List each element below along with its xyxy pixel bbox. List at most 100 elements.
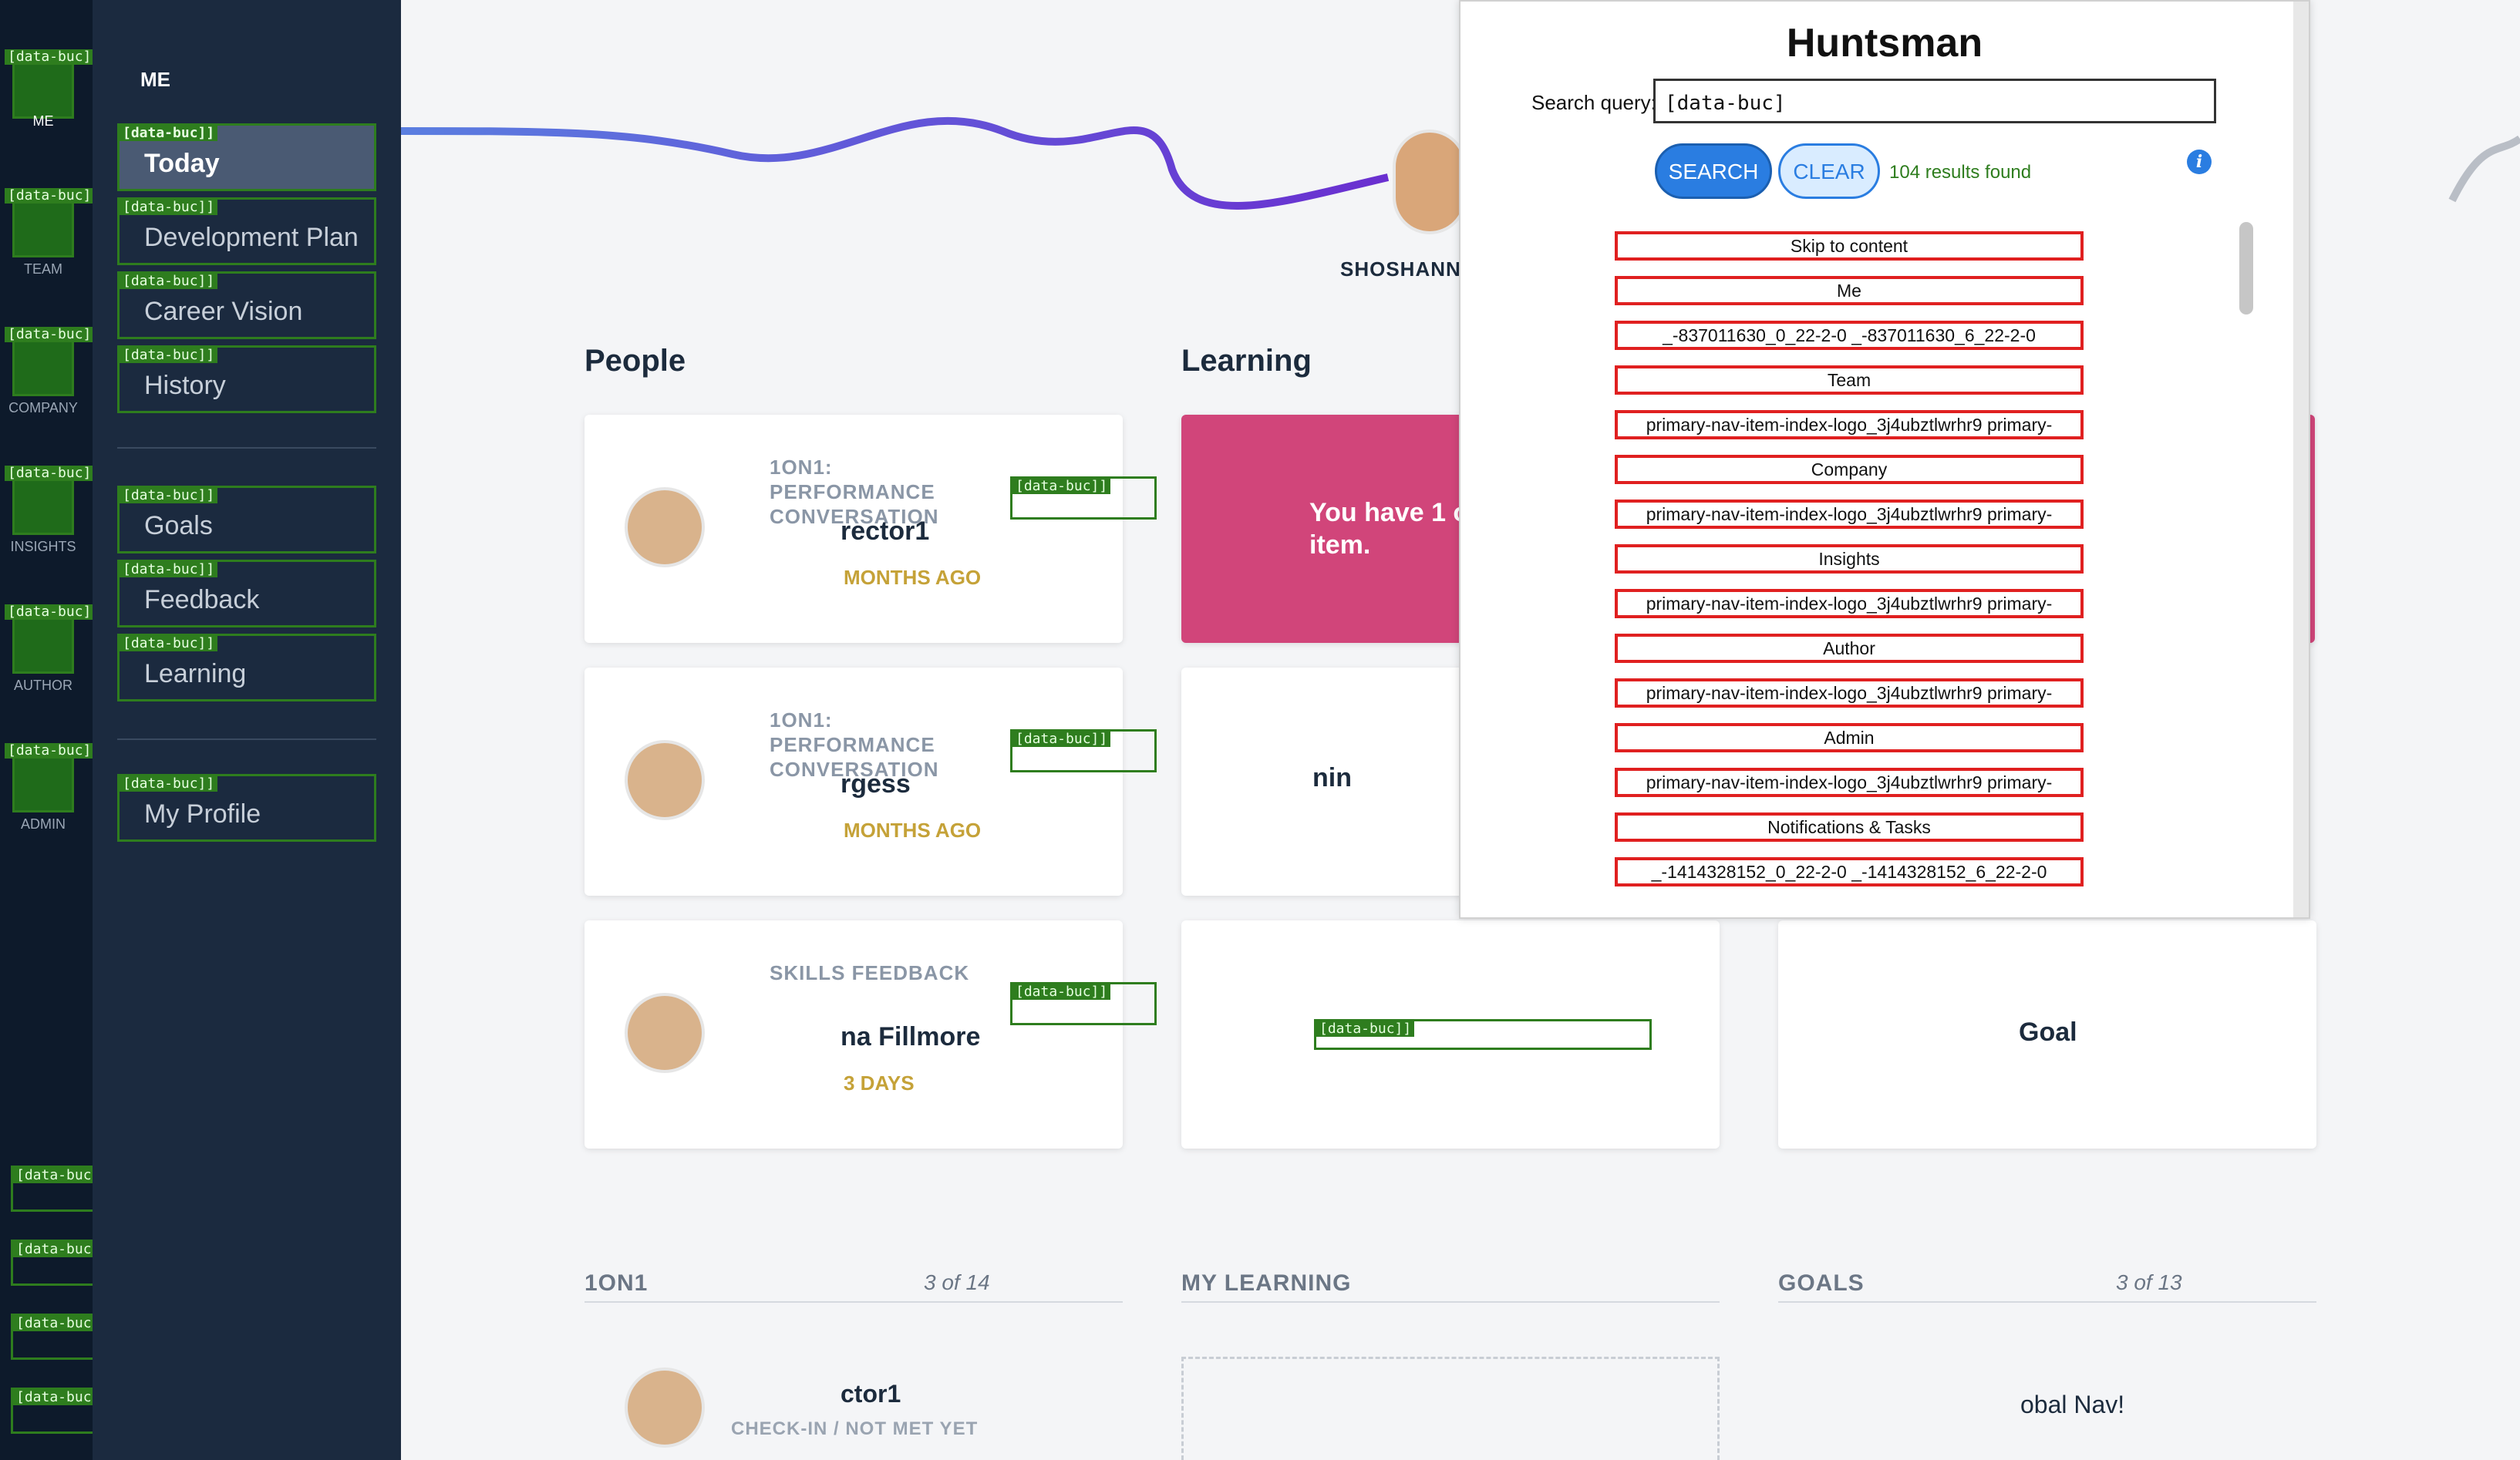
debug-tag: [data-buc] — [5, 743, 95, 759]
debug-tag: [data-buc]] — [1012, 479, 1111, 494]
rail-item-label: INSIGHTS — [10, 539, 76, 554]
section-count-1on1: 3 of 14 — [924, 1270, 990, 1294]
goal-card[interactable]: Goal — [1778, 920, 2316, 1149]
divider — [1778, 1301, 2316, 1303]
rail-item-label: AUTHOR — [14, 678, 72, 693]
debug-tag: [data-buc] — [13, 1242, 103, 1257]
nav-item-goals[interactable]: [data-buc]] Goals — [117, 486, 376, 553]
section-title-learning: Learning — [1181, 344, 1312, 378]
result-item[interactable]: primary-nav-item-index-logo_3j4ubztlwrhr… — [1615, 500, 2084, 529]
rail-item-label: ME — [32, 113, 54, 129]
nav-item-career-vision[interactable]: [data-buc]] Career Vision — [117, 271, 376, 339]
debug-tag: [data-buc] — [5, 466, 95, 481]
section-title-1on1: 1ON1 — [585, 1270, 649, 1296]
learning-card[interactable]: [data-buc]] — [1181, 920, 1720, 1149]
debug-tag: [data-buc] — [5, 188, 95, 204]
path-user-name: SHOSHANNA — [1340, 257, 1477, 281]
nav-divider — [117, 447, 376, 449]
people-card[interactable]: SKILLS FEEDBACK na Fillmore 3 DAYS [data… — [585, 920, 1157, 1149]
list-item-title[interactable]: ctor1 — [841, 1380, 901, 1408]
rail-item-author[interactable]: [data-buc] AUTHOR — [5, 601, 95, 693]
debug-tag: [data-buc]] — [1012, 984, 1111, 1000]
result-item[interactable]: Insights — [1615, 544, 2084, 574]
nav-item-development-plan[interactable]: [data-buc]] Development Plan — [117, 197, 376, 265]
debug-tag: [data-buc] — [5, 327, 95, 342]
debug-tag: [data-buc] — [13, 1390, 103, 1405]
result-item[interactable]: primary-nav-item-index-logo_3j4ubztlwrhr… — [1615, 589, 2084, 618]
avatar — [625, 740, 705, 820]
result-item[interactable]: _-1414328152_0_22-2-0 _-1414328152_6_22-… — [1615, 857, 2084, 886]
card-person-name: rector1 — [841, 516, 930, 546]
debug-tag: [data-buc]] — [1012, 732, 1111, 747]
result-item[interactable]: _-837011630_0_22-2-0 _-837011630_6_22-2-… — [1615, 321, 2084, 350]
rail-item-team[interactable]: [data-buc] TEAM — [5, 185, 95, 277]
debug-tag: [data-buc]] — [120, 562, 218, 577]
debug-tag: [data-buc]] — [120, 488, 218, 503]
info-icon[interactable]: i — [2187, 150, 2212, 174]
rail-item-company[interactable]: [data-buc] COMPANY — [5, 324, 95, 415]
card-menu-button[interactable]: [data-buc]] — [1010, 982, 1157, 1025]
rail-item-label: TEAM — [23, 261, 62, 277]
nav-item-my-profile[interactable]: [data-buc]] My Profile — [117, 774, 376, 842]
section-title-people: People — [585, 344, 686, 378]
debug-tag: [data-buc] — [13, 1168, 103, 1183]
section-title-my-learning: MY LEARNING — [1181, 1270, 1352, 1296]
result-item[interactable]: Team — [1615, 365, 2084, 395]
debug-tag: [data-buc]] — [120, 126, 218, 141]
user-avatar[interactable] — [1393, 130, 1467, 234]
debug-tag: [data-buc]] — [1316, 1021, 1415, 1037]
panel-scrollbar[interactable] — [2293, 2, 2309, 917]
rail-item-me[interactable]: [data-buc] ME — [5, 46, 95, 129]
search-input[interactable]: [data-buc] — [1653, 79, 2216, 123]
result-item[interactable]: primary-nav-item-index-logo_3j4ubztlwrhr… — [1615, 410, 2084, 439]
nav-item-label: Feedback — [144, 585, 260, 614]
search-query-label: Search query: — [1531, 91, 1656, 114]
rail-item-insights[interactable]: [data-buc] INSIGHTS — [5, 463, 95, 554]
section-count-goals: 3 of 13 — [2116, 1270, 2182, 1294]
nav-item-label: Learning — [144, 659, 247, 688]
search-button[interactable]: SEARCH — [1655, 143, 1772, 199]
card-kind: SKILLS FEEDBACK — [770, 961, 970, 984]
rail-item-admin[interactable]: [data-buc] ADMIN — [5, 740, 95, 832]
nav-item-label: Today — [144, 149, 220, 178]
secondary-nav: ME [data-buc]] Today [data-buc]] Developme… — [93, 0, 401, 1460]
debug-tag: [data-buc]] — [120, 776, 218, 792]
nav-item-today[interactable]: [data-buc]] Today — [117, 123, 376, 191]
debug-tag: [data-buc]] — [120, 348, 218, 363]
nav-item-history[interactable]: [data-buc]] History — [117, 345, 376, 413]
huntsman-panel: Huntsman Search query: [data-buc] SEARCH… — [1459, 0, 2310, 919]
result-item[interactable]: Skip to content — [1615, 231, 2084, 261]
result-item[interactable]: Author — [1615, 634, 2084, 663]
list-item-status: CHECK-IN / NOT MET YET — [731, 1418, 979, 1439]
learning-card-title: nin — [1312, 763, 1352, 792]
result-item[interactable]: primary-nav-item-index-logo_3j4ubztlwrhr… — [1615, 678, 2084, 708]
card-menu-button[interactable]: [data-buc]] — [1010, 476, 1157, 520]
result-item[interactable]: Me — [1615, 276, 2084, 305]
nav-item-label: My Profile — [144, 799, 261, 829]
rail-item-label: ADMIN — [21, 816, 66, 832]
list-item-title[interactable]: obal Nav! — [2020, 1391, 2124, 1419]
results-list: Skip to content Me _-837011630_0_22-2-0 … — [1615, 217, 2278, 896]
result-item[interactable]: Company — [1615, 455, 2084, 484]
result-item[interactable]: primary-nav-item-index-logo_3j4ubztlwrhr… — [1615, 768, 2084, 797]
people-card[interactable]: 1ON1: PERFORMANCE CONVERSATION rgess MON… — [585, 668, 1157, 896]
result-item[interactable]: Notifications & Tasks — [1615, 812, 2084, 842]
divider — [1181, 1301, 1720, 1303]
debug-tag: [data-buc]] — [120, 636, 218, 651]
card-person-name: na Fillmore — [841, 1022, 981, 1051]
nav-divider — [117, 738, 376, 740]
people-card[interactable]: 1ON1: PERFORMANCE CONVERSATION rector1 M… — [585, 415, 1157, 643]
clear-button[interactable]: CLEAR — [1778, 143, 1880, 199]
debug-tag: [data-buc]] — [120, 200, 218, 215]
nav-item-learning[interactable]: [data-buc]] Learning — [117, 634, 376, 701]
learning-promo-text: You have 1 o item. — [1309, 498, 1469, 560]
debug-tag: [data-buc] — [5, 604, 95, 620]
debug-tag: [data-buc] — [13, 1316, 103, 1331]
primary-rail: [data-buc] ME [data-buc] TEAM [data-buc]… — [0, 0, 333, 1460]
divider — [585, 1301, 1123, 1303]
result-item[interactable]: Admin — [1615, 723, 2084, 752]
nav-item-label: Goals — [144, 511, 213, 540]
results-scrollbar[interactable] — [2239, 222, 2253, 315]
card-menu-button[interactable]: [data-buc]] — [1010, 729, 1157, 772]
nav-item-feedback[interactable]: [data-buc]] Feedback — [117, 560, 376, 627]
